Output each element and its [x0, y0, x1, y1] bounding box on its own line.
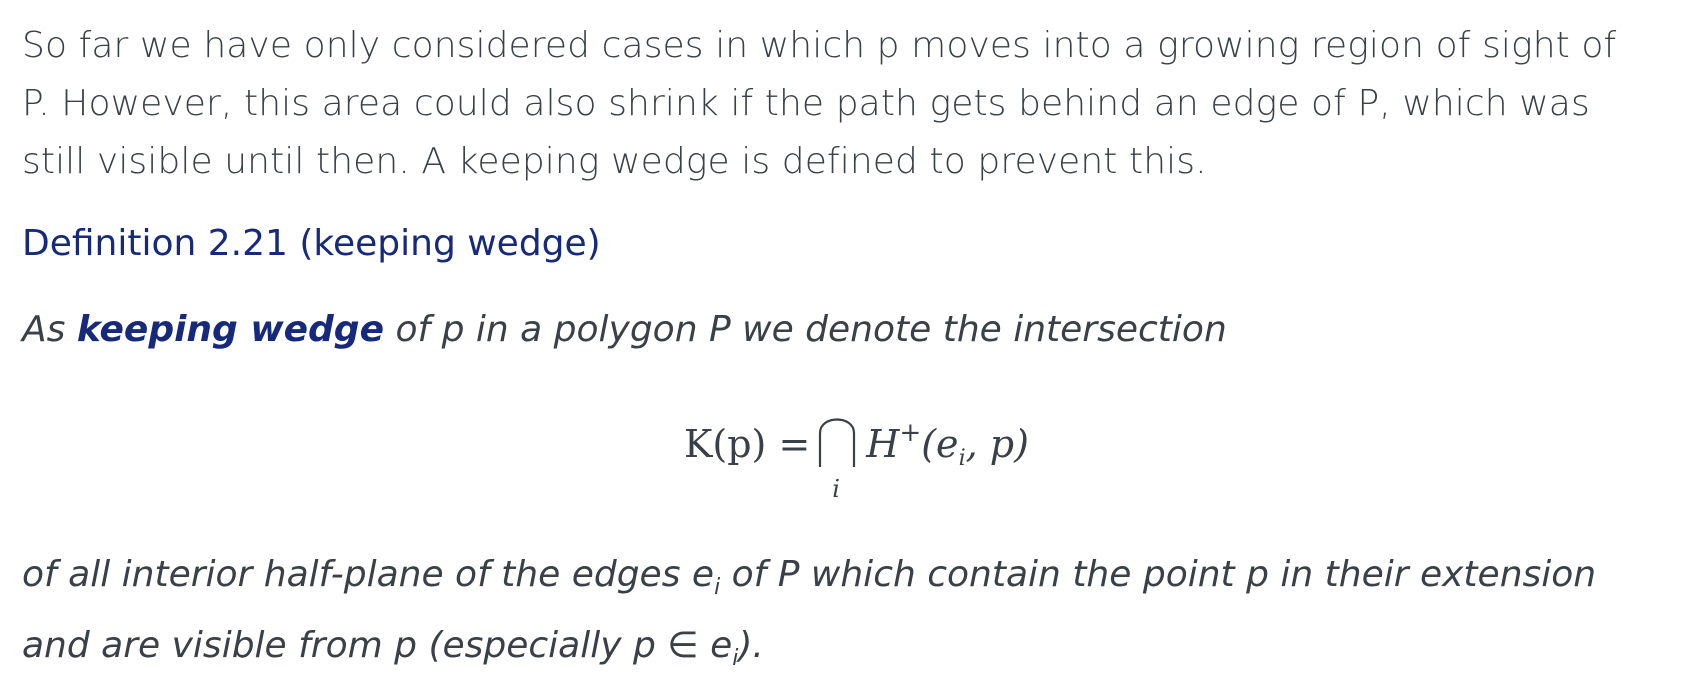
intro-line-3: still visible until then. A keeping wedg… [22, 141, 1207, 182]
closing-line-2: and are visible from p (especially p ∈ e… [22, 617, 1596, 688]
formula-close: , p) [965, 422, 1029, 466]
formula-open: (e [921, 422, 959, 466]
closing-line-1: of all interior half-plane of the edges … [22, 546, 1596, 617]
closing-line-2-a: and are visible from p (especially p ∈ e [22, 625, 733, 666]
formula-sup: + [899, 418, 922, 448]
formula-sub: i [958, 446, 966, 471]
intro-line-2: P. However, this area could also shrink … [22, 83, 1590, 124]
closing-paragraph: of all interior half-plane of the edges … [22, 546, 1596, 688]
definition-prefix: As [22, 309, 77, 350]
definition-heading: Definition 2.21 (keeping wedge) [22, 223, 601, 264]
intro-paragraph: So far we have only considered cases in … [22, 0, 1682, 191]
paper-page: So far we have only considered cases in … [22, 0, 1682, 671]
definition-term: keeping wedge [76, 309, 384, 350]
big-intersection-symbol: i [814, 411, 860, 501]
closing-line-2-b: ). [738, 625, 764, 666]
definition-suffix: of p in a polygon P we denote the inters… [384, 309, 1227, 350]
keeping-wedge-formula: K(p) = i H+(ei, p) [684, 408, 1029, 501]
definition-body: As keeping wedge of p in a polygon P we … [22, 308, 1227, 352]
intersection-index: i [832, 475, 840, 503]
intro-line-1: So far we have only considered cases in … [22, 25, 1617, 66]
formula-lhs: K(p) = [684, 422, 811, 466]
closing-line-1-b: of P which contain the point p in their … [720, 554, 1597, 595]
formula-H: H [866, 422, 900, 466]
closing-line-1-a: of all interior half-plane of the edges … [22, 554, 715, 595]
